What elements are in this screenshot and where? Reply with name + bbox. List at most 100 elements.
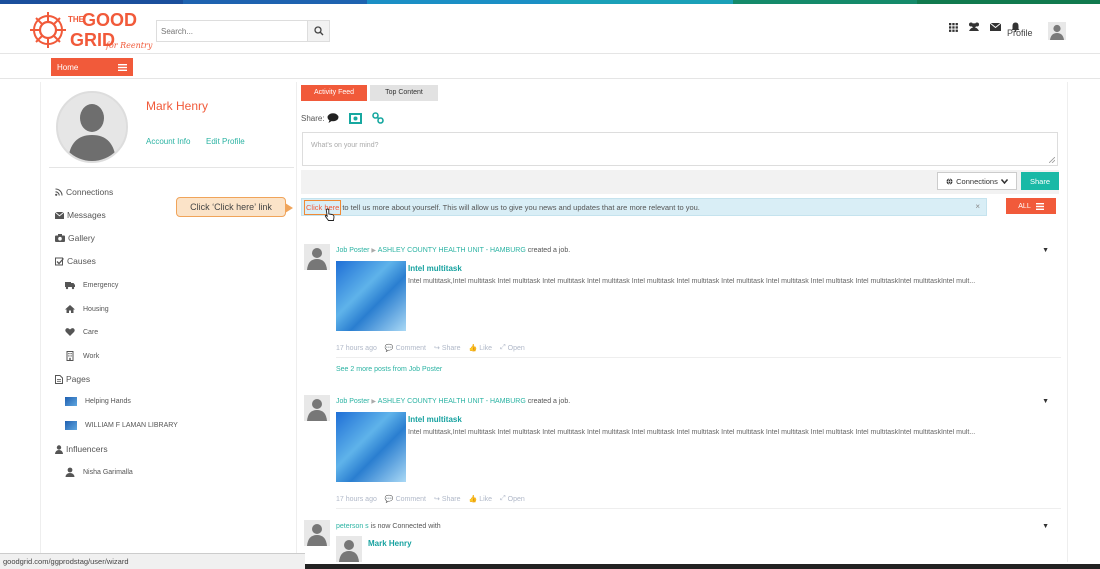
post-header: Job Poster ▶ ASHLEY COUNTY HEALTH UNIT -… — [336, 398, 570, 405]
see-more-posts-link[interactable]: See 2 more posts from Job Poster — [336, 366, 442, 373]
post-title-link[interactable]: Intel multitask — [408, 415, 462, 424]
cause-item-housing[interactable]: Housing — [65, 304, 109, 314]
close-icon[interactable]: × — [975, 202, 980, 211]
profile-name[interactable]: Mark Henry — [146, 99, 208, 113]
sidebar-label: Gallery — [68, 233, 95, 243]
connected-user-avatar[interactable] — [336, 536, 362, 562]
main-feed: Activity Feed Top Content Share: What's … — [298, 82, 1068, 562]
sidebar-item-connections[interactable]: Connections — [55, 187, 113, 197]
open-button[interactable]: ⤢ Open — [500, 495, 525, 503]
search-input[interactable] — [157, 21, 307, 41]
post-target-link[interactable]: ASHLEY COUNTY HEALTH UNIT - HAMBURG — [378, 398, 526, 405]
cause-item-care[interactable]: Care — [65, 327, 98, 337]
site-logo[interactable]: THE GOOD GRID for Reentry — [28, 8, 156, 52]
apps-grid-icon[interactable] — [949, 22, 958, 32]
banner-text: to tell us more about yourself. This wil… — [342, 202, 700, 212]
comment-button[interactable]: 💬 Comment — [385, 495, 426, 504]
hand-cursor-icon — [324, 208, 335, 221]
post-header: peterson s is now Connected with — [336, 523, 441, 530]
comment-label: Comment — [395, 344, 426, 352]
post-options-caret-icon[interactable]: ▼ — [1042, 398, 1049, 405]
sidebar-label: Influencers — [66, 444, 108, 454]
like-button[interactable]: 👍 Like — [469, 495, 493, 504]
influencer-label: Nisha Garimalla — [83, 468, 133, 476]
share-label: Share — [441, 344, 461, 352]
post-time: 17 hours ago — [336, 495, 377, 503]
post-thumbnail[interactable] — [336, 261, 406, 331]
left-sidebar: Mark Henry Account Info Edit Profile Con… — [40, 82, 297, 562]
sidebar-item-pages[interactable]: Pages — [55, 374, 90, 384]
like-button[interactable]: 👍 Like — [469, 344, 493, 353]
like-label: Like — [479, 344, 493, 352]
page-label: Helping Hands — [85, 398, 131, 405]
cause-item-emergency[interactable]: Emergency — [65, 280, 118, 290]
connected-user-name[interactable]: Mark Henry — [368, 539, 412, 548]
sidebar-label: Messages — [67, 210, 106, 220]
status-placeholder[interactable]: What's on your mind? — [311, 142, 378, 149]
post-title-link[interactable]: Intel multitask — [408, 264, 462, 273]
share-button[interactable]: Share — [1021, 172, 1059, 190]
post-author-avatar[interactable] — [304, 244, 330, 270]
tutorial-callout: Click ‘Click here’ link — [176, 197, 293, 217]
filter-all-button[interactable]: ALL — [1006, 198, 1056, 214]
search-box — [156, 20, 330, 42]
users-icon[interactable] — [968, 22, 980, 32]
page-label: WILLIAM F LAMAN LIBRARY — [85, 422, 178, 429]
share-icon: ↪ — [433, 345, 440, 352]
page-item-helping-hands[interactable]: Helping Hands — [65, 397, 131, 406]
home-label: Home — [57, 62, 79, 72]
comment-button[interactable]: 💬 Comment — [385, 344, 426, 353]
cause-item-work[interactable]: Work — [65, 351, 99, 361]
post-time: 17 hours ago — [336, 344, 377, 352]
sidebar-item-messages[interactable]: Messages — [55, 210, 106, 220]
header-avatar[interactable] — [1048, 22, 1066, 40]
page-thumbnail — [65, 421, 77, 430]
photo-icon[interactable] — [348, 112, 362, 124]
page-item-laman-library[interactable]: WILLIAM F LAMAN LIBRARY — [65, 421, 178, 430]
post-divider — [336, 357, 1061, 358]
sidebar-item-influencers[interactable]: Influencers — [55, 444, 108, 454]
post-author-link[interactable]: Job Poster — [336, 398, 369, 405]
post-author-avatar[interactable] — [304, 520, 330, 546]
profile-avatar[interactable] — [56, 91, 128, 163]
sidebar-label: Connections — [66, 187, 114, 197]
post-author-avatar[interactable] — [304, 395, 330, 421]
profile-info-banner: Click here to tell us more about yoursel… — [301, 198, 987, 216]
audience-connections-dropdown[interactable]: Connections — [937, 172, 1017, 190]
open-button[interactable]: ⤢ Open — [500, 344, 525, 352]
resize-handle-icon[interactable] — [1049, 157, 1055, 163]
ambulance-icon — [65, 282, 75, 290]
comment-label: Comment — [395, 495, 426, 503]
sidebar-item-causes[interactable]: Causes — [55, 256, 96, 266]
sidebar-label: Pages — [66, 374, 91, 384]
browser-status-url: goodgrid.com/ggprodstag/user/wizard — [0, 553, 305, 569]
speech-bubble-icon[interactable] — [327, 113, 339, 123]
share-post-button[interactable]: ↪ Share — [434, 495, 461, 504]
post-options-caret-icon[interactable]: ▼ — [1042, 523, 1049, 530]
link-icon[interactable] — [371, 112, 384, 124]
edit-profile-link[interactable]: Edit Profile — [206, 137, 245, 146]
envelope-icon[interactable] — [990, 23, 1001, 31]
tab-activity-feed[interactable]: Activity Feed — [301, 85, 367, 101]
open-label: Open — [507, 344, 525, 352]
post-thumbnail[interactable] — [336, 412, 406, 482]
post-target-link[interactable]: ASHLEY COUNTY HEALTH UNIT - HAMBURG — [378, 247, 526, 254]
home-nav-button[interactable]: Home — [51, 58, 133, 76]
post-author-link[interactable]: peterson s — [336, 523, 369, 530]
profile-link[interactable]: Profile — [1007, 28, 1033, 38]
share-post-button[interactable]: ↪ Share — [433, 344, 461, 353]
influencer-item[interactable]: Nisha Garimalla — [65, 467, 133, 477]
header: THE GOOD GRID for Reentry Profile — [0, 4, 1100, 54]
user-silhouette-icon — [304, 395, 330, 421]
account-info-link[interactable]: Account Info — [146, 137, 190, 146]
open-label: Open — [507, 495, 525, 503]
chevron-down-icon — [1000, 178, 1008, 184]
post-divider — [336, 508, 1061, 509]
cause-label: Care — [83, 328, 99, 336]
post-options-caret-icon[interactable]: ▼ — [1042, 247, 1049, 254]
tab-top-content[interactable]: Top Content — [370, 85, 438, 101]
search-button[interactable] — [307, 21, 329, 41]
sidebar-item-gallery[interactable]: Gallery — [55, 233, 95, 243]
share-label: Share — [441, 495, 461, 503]
post-author-link[interactable]: Job Poster — [336, 247, 369, 254]
